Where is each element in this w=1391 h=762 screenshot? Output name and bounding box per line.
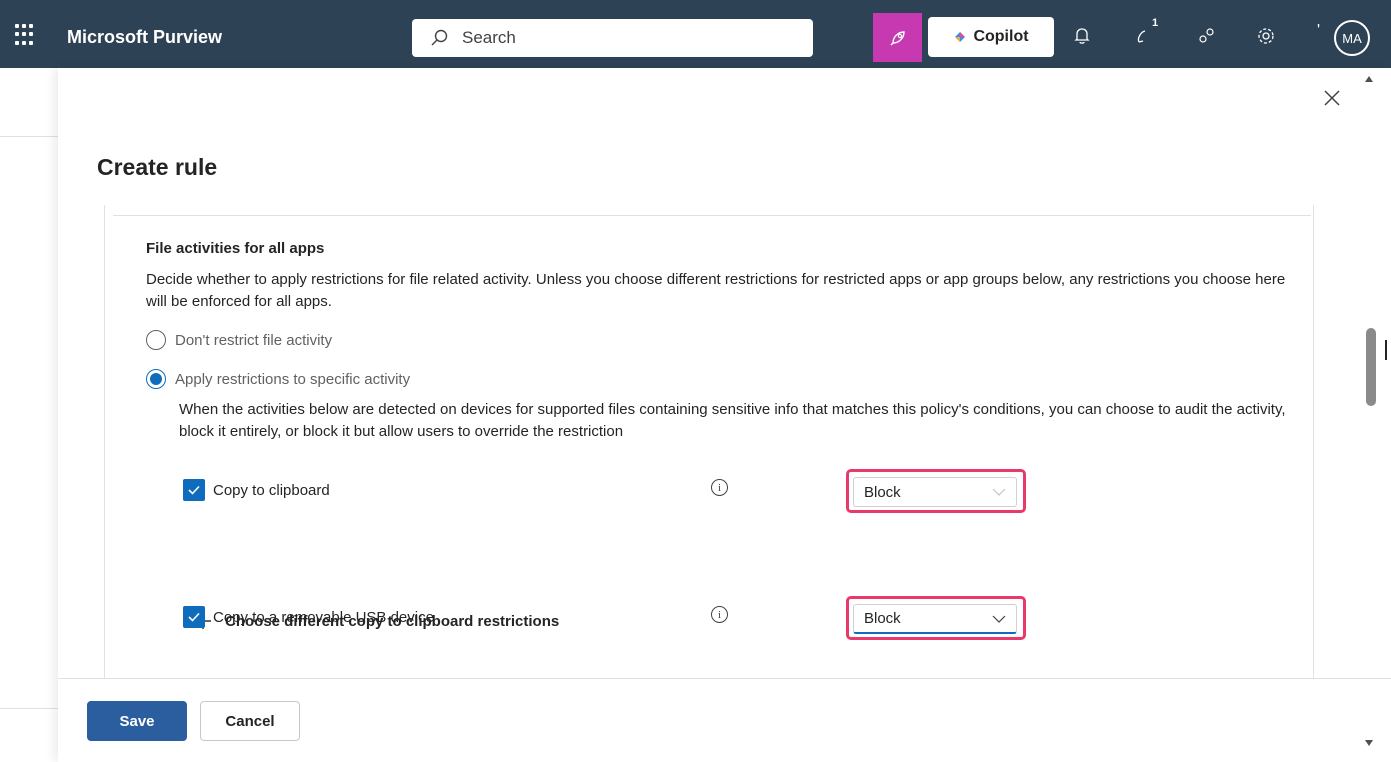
save-button[interactable]: Save (87, 701, 187, 741)
radio-label: Apply restrictions to specific activity (175, 370, 411, 388)
scroll-thumb[interactable] (1366, 328, 1376, 406)
share-icon[interactable] (1196, 25, 1218, 47)
close-icon[interactable] (1322, 88, 1342, 108)
highlight-outline: Block (846, 469, 1026, 513)
radio-label: Don't restrict file activity (175, 331, 333, 349)
app-launcher-icon[interactable] (15, 24, 37, 46)
divider (113, 215, 1311, 216)
divider (0, 136, 58, 137)
search-placeholder: Search (462, 28, 516, 47)
radio-dont-restrict[interactable]: Don't restrict file activity (146, 330, 332, 350)
top-bar: Microsoft Purview Search Copilot 1 ' MA (0, 0, 1391, 68)
section-title: File activities for all apps (146, 240, 325, 257)
bell-icon[interactable] (1071, 25, 1093, 47)
search-icon (431, 29, 448, 46)
notification-badge: 1 (1152, 17, 1159, 29)
chevron-down-icon (992, 488, 1006, 496)
activity-description: When the activities below are detected o… (179, 401, 1286, 440)
divider (0, 708, 58, 709)
radio-apply-restrictions[interactable]: Apply restrictions to specific activity (146, 369, 410, 389)
create-rule-panel: Create rule File activities for all apps… (58, 68, 1391, 762)
select-value: Block (864, 483, 901, 501)
checkmark-icon (188, 485, 200, 495)
checkbox[interactable] (183, 606, 205, 628)
checkbox[interactable] (183, 479, 205, 501)
rule-content: File activities for all apps Decide whet… (104, 205, 1314, 678)
action-select[interactable]: Block (853, 477, 1017, 507)
select-value: Block (864, 610, 901, 627)
edge-mark (1385, 340, 1389, 360)
activity-label: Copy to a removable USB device (213, 608, 434, 626)
copilot-button[interactable]: Copilot (928, 17, 1054, 57)
rocket-button[interactable] (873, 13, 922, 62)
scrollbar[interactable] (1362, 68, 1380, 762)
background-page (0, 68, 60, 762)
rocket-icon (890, 30, 905, 45)
info-icon[interactable]: i (711, 479, 728, 496)
activity-copy-to-clipboard[interactable]: Copy to clipboard (183, 479, 330, 501)
panel-footer: Save Cancel (58, 678, 1391, 762)
separator-mark: ' (1317, 22, 1321, 39)
activity-label: Copy to clipboard (213, 481, 330, 499)
info-icon[interactable]: i (711, 606, 728, 623)
radio-button[interactable] (146, 369, 166, 389)
highlight-outline: Block (846, 596, 1026, 640)
radio-button[interactable] (146, 330, 166, 350)
copilot-icon (955, 32, 966, 42)
activity-copy-to-usb[interactable]: Copy to a removable USB device (183, 606, 434, 628)
section-description: Decide whether to apply restrictions for… (146, 271, 1286, 310)
scroll-down-icon[interactable] (1365, 740, 1373, 746)
chevron-down-icon (992, 615, 1006, 623)
scroll-up-icon[interactable] (1365, 76, 1373, 82)
settings-icon[interactable] (1255, 25, 1277, 47)
page-title: Create rule (97, 154, 218, 180)
copilot-label: Copilot (973, 28, 1029, 45)
cancel-button[interactable]: Cancel (200, 701, 300, 741)
search-box[interactable]: Search (412, 19, 813, 57)
avatar[interactable]: MA (1334, 20, 1370, 56)
app-title[interactable]: Microsoft Purview (67, 27, 222, 48)
action-select[interactable]: Block (853, 604, 1017, 634)
checkmark-icon (188, 612, 200, 622)
